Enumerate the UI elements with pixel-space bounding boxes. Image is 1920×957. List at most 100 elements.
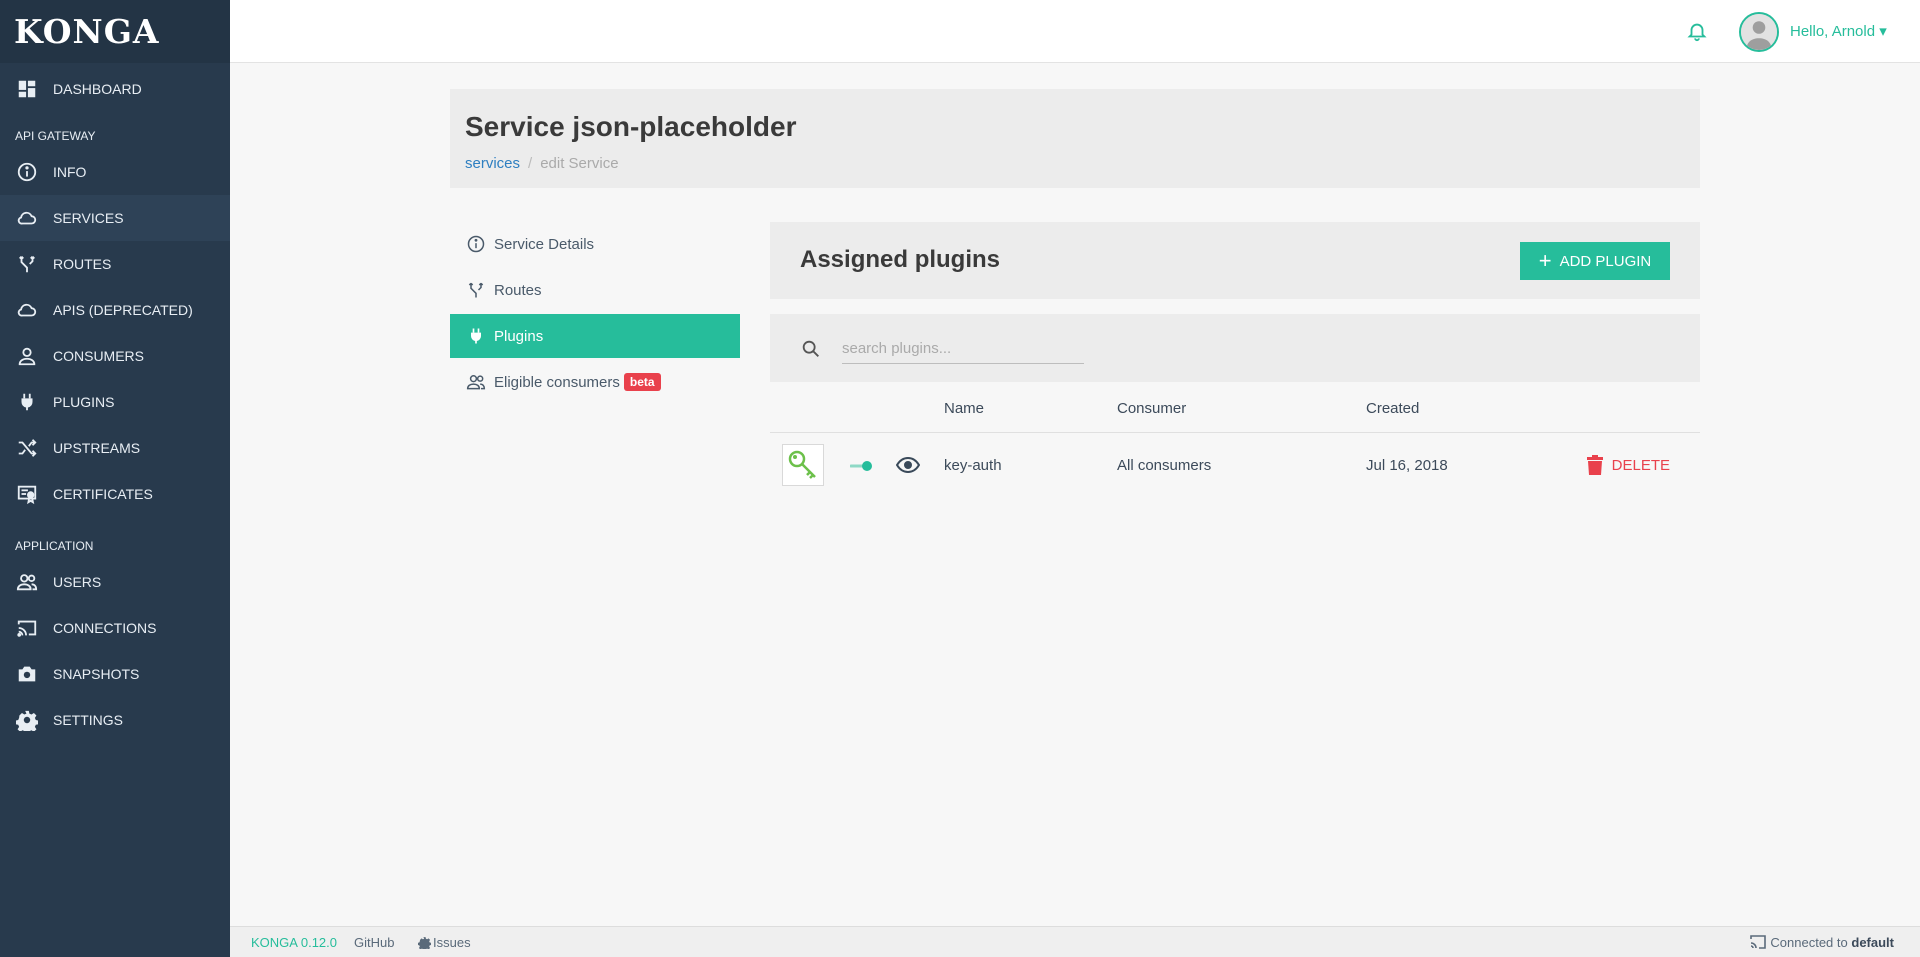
shuffle-icon xyxy=(15,436,39,460)
info-icon xyxy=(466,234,486,254)
add-plugin-label: ADD PLUGIN xyxy=(1559,252,1652,270)
nav-plugins-label: PLUGINS xyxy=(53,394,115,410)
nav-snapshots-label: SNAPSHOTS xyxy=(53,666,140,682)
breadcrumb-current: edit Service xyxy=(540,155,619,172)
connection-name: default xyxy=(1851,935,1894,950)
column-created: Created xyxy=(1366,400,1420,417)
breadcrumb-services-link[interactable]: services xyxy=(465,155,520,172)
search-input[interactable] xyxy=(842,334,1084,364)
nav-upstreams[interactable]: UPSTREAMS xyxy=(0,425,230,471)
tab-service-details[interactable]: Service Details xyxy=(450,222,740,266)
fork-icon xyxy=(466,280,486,300)
user-greeting: Hello, Arnold xyxy=(1790,23,1876,40)
github-link[interactable]: GitHub xyxy=(354,935,394,950)
nav-info[interactable]: INFO xyxy=(0,149,230,195)
search-icon xyxy=(800,338,822,360)
plugins-panel-header: Assigned plugins + ADD PLUGIN xyxy=(770,222,1700,299)
plugin-name[interactable]: key-auth xyxy=(944,457,1002,474)
nav-consumers-label: CONSUMERS xyxy=(53,348,145,364)
version-label: KONGA 0.12.0 xyxy=(251,935,337,950)
table-header: Name Consumer Created xyxy=(770,384,1700,433)
nav-settings-label: SETTINGS xyxy=(53,712,124,728)
eye-icon[interactable] xyxy=(895,455,921,475)
plug-icon xyxy=(15,390,39,414)
camera-icon xyxy=(15,662,39,686)
footer: KONGA 0.12.0 GitHub Issues Connected to … xyxy=(230,926,1920,957)
nav-users-label: USERS xyxy=(53,574,102,590)
breadcrumb-separator: / xyxy=(528,155,533,172)
nav-services[interactable]: SERVICES xyxy=(0,195,230,241)
tab-plugins-label: Plugins xyxy=(494,327,544,345)
nav-apis[interactable]: APIS (DEPRECATED) xyxy=(0,287,230,333)
plugin-consumer: All consumers xyxy=(1117,457,1212,474)
nav-apis-label: APIS (DEPRECATED) xyxy=(53,302,193,318)
sidebar: KONGA DASHBOARD API GATEWAY INFO SERVICE… xyxy=(0,0,230,957)
gear-icon xyxy=(15,708,39,732)
certificate-icon xyxy=(15,482,39,506)
cast-icon xyxy=(1750,935,1767,949)
nav-certificates-label: CERTIFICATES xyxy=(53,486,153,502)
add-plugin-button[interactable]: + ADD PLUGIN xyxy=(1520,242,1670,280)
key-icon xyxy=(782,444,824,486)
dashboard-icon xyxy=(15,77,39,101)
bug-icon xyxy=(417,936,432,951)
column-name: Name xyxy=(944,400,985,417)
nav-settings[interactable]: SETTINGS xyxy=(0,697,230,743)
cast-icon xyxy=(15,616,39,640)
fork-icon xyxy=(15,252,39,276)
nav-connections[interactable]: CONNECTIONS xyxy=(0,605,230,651)
cloud-icon xyxy=(15,298,39,322)
nav-snapshots[interactable]: SNAPSHOTS xyxy=(0,651,230,697)
tab-eligible-consumers[interactable]: Eligible consumers beta xyxy=(450,360,740,404)
delete-label: DELETE xyxy=(1611,456,1670,474)
nav-routes-label: ROUTES xyxy=(53,256,112,272)
trash-icon xyxy=(1586,455,1603,475)
caret-down-icon: ▾ xyxy=(1879,23,1887,40)
nav-info-label: INFO xyxy=(53,164,87,180)
plugin-search-bar xyxy=(770,314,1700,382)
connected-prefix: Connected to xyxy=(1770,935,1848,950)
nav-users[interactable]: USERS xyxy=(0,559,230,605)
column-consumer: Consumer xyxy=(1117,400,1187,417)
connection-status: Connected to default xyxy=(1750,935,1894,950)
tab-service-details-label: Service Details xyxy=(494,235,595,253)
nav-connections-label: CONNECTIONS xyxy=(53,620,157,636)
nav-consumers[interactable]: CONSUMERS xyxy=(0,333,230,379)
bell-icon[interactable] xyxy=(1686,20,1710,44)
nav-dashboard-label: DASHBOARD xyxy=(53,81,142,97)
nav-dashboard[interactable]: DASHBOARD xyxy=(0,66,230,112)
issues-link[interactable]: Issues xyxy=(417,935,471,951)
issues-label: Issues xyxy=(433,935,471,950)
nav-services-label: SERVICES xyxy=(53,210,124,226)
nav-certificates[interactable]: CERTIFICATES xyxy=(0,471,230,517)
logo[interactable]: KONGA xyxy=(0,0,230,63)
nav-routes[interactable]: ROUTES xyxy=(0,241,230,287)
logo-text: KONGA xyxy=(14,12,160,51)
user-icon xyxy=(15,344,39,368)
tab-routes-label: Routes xyxy=(494,281,542,299)
topbar: Hello, Arnold ▾ xyxy=(230,0,1920,63)
nav-plugins[interactable]: PLUGINS xyxy=(0,379,230,425)
nav-section-application: APPLICATION xyxy=(15,539,94,553)
delete-button[interactable]: DELETE xyxy=(1586,455,1670,475)
users-icon xyxy=(15,570,39,594)
plugins-panel-title: Assigned plugins xyxy=(800,246,1001,273)
breadcrumb: services / edit Service xyxy=(465,155,619,172)
tab-routes[interactable]: Routes xyxy=(450,268,740,312)
plug-icon xyxy=(466,326,486,346)
page-title: Service json-placeholder xyxy=(465,111,797,142)
page-header: Service json-placeholder services / edit S… xyxy=(450,89,1700,188)
service-side-menu: Service Details Routes Plugins Eligible … xyxy=(450,222,740,406)
nav-section-api-gateway: API GATEWAY xyxy=(15,129,96,143)
plugin-created: Jul 16, 2018 xyxy=(1366,457,1448,474)
table-row: key-auth All consumers Jul 16, 2018 DELE… xyxy=(770,433,1700,499)
plus-icon: + xyxy=(1538,248,1552,273)
tab-eligible-consumers-label: Eligible consumers xyxy=(494,373,620,391)
avatar[interactable] xyxy=(1739,12,1779,52)
nav-upstreams-label: UPSTREAMS xyxy=(53,440,141,456)
users-icon xyxy=(466,372,486,392)
info-icon xyxy=(15,160,39,184)
plugin-enabled-toggle[interactable] xyxy=(849,459,874,471)
user-menu[interactable]: Hello, Arnold ▾ xyxy=(1790,22,1887,40)
tab-plugins[interactable]: Plugins xyxy=(450,314,740,358)
